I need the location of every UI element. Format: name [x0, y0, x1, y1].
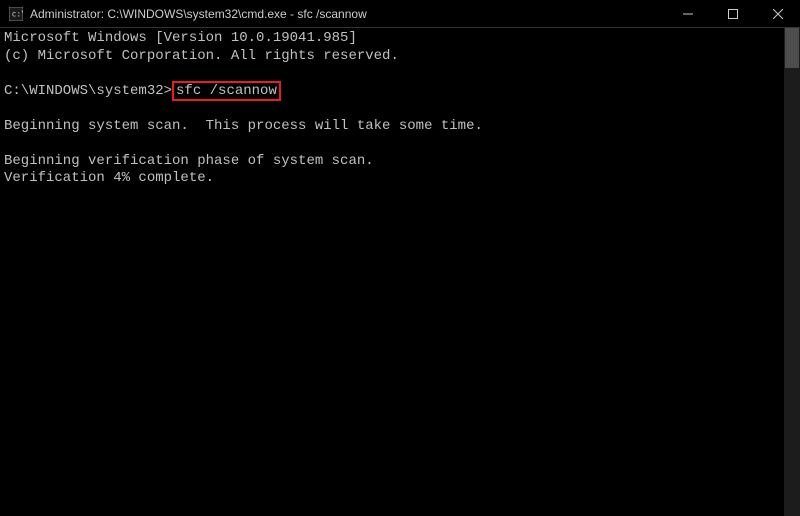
maximize-button[interactable]: [710, 0, 755, 27]
command-prompt-window: c:\ Administrator: C:\WINDOWS\system32\c…: [0, 0, 800, 516]
scrollbar-thumb[interactable]: [785, 28, 799, 68]
window-controls: [665, 0, 800, 27]
window-title: Administrator: C:\WINDOWS\system32\cmd.e…: [30, 7, 665, 21]
minimize-button[interactable]: [665, 0, 710, 27]
vertical-scrollbar[interactable]: [784, 28, 800, 516]
title-bar[interactable]: c:\ Administrator: C:\WINDOWS\system32\c…: [0, 0, 800, 28]
scan-begin-line: Beginning system scan. This process will…: [4, 118, 483, 134]
content-area: Microsoft Windows [Version 10.0.19041.98…: [0, 28, 800, 516]
svg-text:c:\: c:\: [12, 9, 23, 18]
terminal-output[interactable]: Microsoft Windows [Version 10.0.19041.98…: [0, 28, 784, 516]
verify-begin-line: Beginning verification phase of system s…: [4, 153, 374, 169]
progress-line: Verification 4% complete.: [4, 170, 214, 186]
close-button[interactable]: [755, 0, 800, 27]
cmd-icon: c:\: [8, 6, 24, 22]
version-line: Microsoft Windows [Version 10.0.19041.98…: [4, 30, 357, 46]
command-highlight: sfc /scannow: [172, 81, 281, 101]
copyright-line: (c) Microsoft Corporation. All rights re…: [4, 48, 399, 64]
prompt-text: C:\WINDOWS\system32>: [4, 83, 172, 99]
